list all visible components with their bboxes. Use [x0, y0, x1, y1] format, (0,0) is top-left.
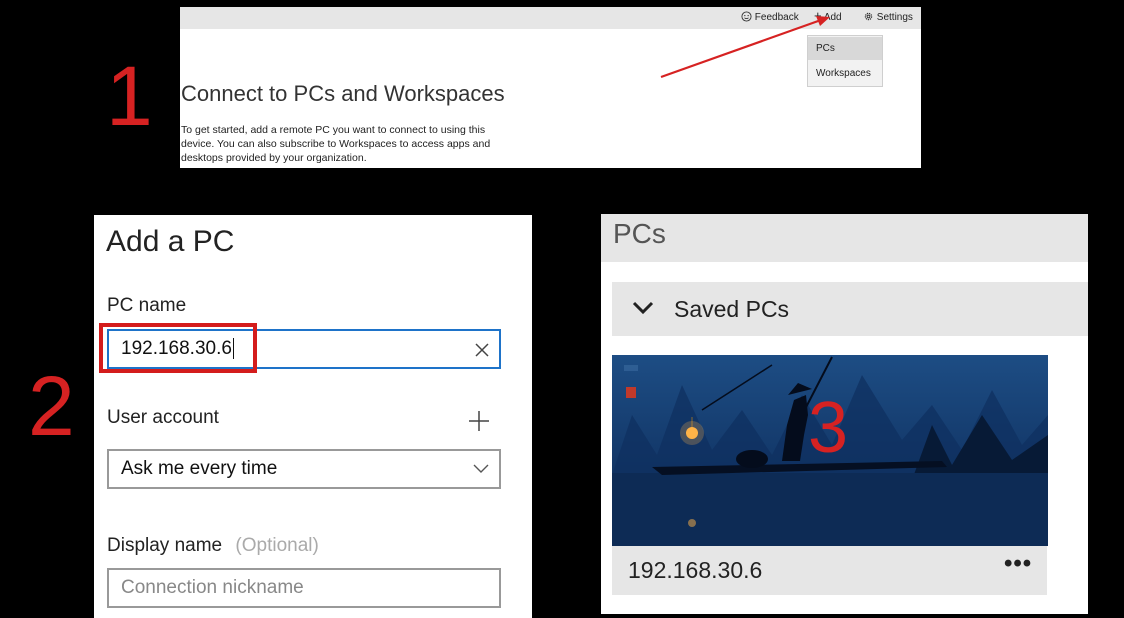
pcs-header: PCs [601, 214, 1088, 262]
pcs-panel: PCs Saved PCs 3 192.168.30.6 ••• [601, 214, 1088, 614]
saved-pcs-group-header[interactable]: Saved PCs [612, 282, 1088, 336]
clear-icon[interactable] [474, 342, 490, 358]
more-options-button[interactable]: ••• [1004, 550, 1032, 578]
user-account-value: Ask me every time [121, 458, 278, 479]
panel-title: Add a PC [106, 225, 235, 258]
step-number-2: 2 [28, 359, 75, 453]
saved-pcs-label: Saved PCs [674, 296, 790, 322]
add-pc-panel: Add a PC PC name 192.168.30.6 User accou… [94, 215, 532, 618]
annotation-highlight-box [99, 323, 257, 373]
chevron-down-icon [473, 464, 489, 473]
pc-thumbnail[interactable]: 3 [612, 355, 1048, 546]
display-name-placeholder: Connection nickname [121, 577, 304, 598]
user-account-label: User account [107, 407, 219, 428]
pc-tile-footer: 192.168.30.6 ••• [612, 546, 1047, 595]
display-name-input[interactable]: Connection nickname [107, 568, 501, 608]
annotation-arrow [660, 16, 830, 79]
user-account-select[interactable]: Ask me every time [107, 449, 501, 489]
pc-name-label: PC name [107, 295, 187, 316]
connect-panel: Feedback + Add Settings PCs Workspaces C… [180, 7, 921, 168]
add-user-account-icon[interactable] [467, 409, 491, 433]
panel-title: PCs [613, 218, 666, 249]
optional-hint: (Optional) [235, 535, 319, 556]
display-name-label: Display name (Optional) [107, 535, 319, 556]
step-number-3: 3 [808, 388, 849, 468]
step-number-1: 1 [106, 49, 153, 143]
chevron-down-icon [632, 301, 654, 315]
pc-tile-name: 192.168.30.6 [628, 557, 763, 583]
